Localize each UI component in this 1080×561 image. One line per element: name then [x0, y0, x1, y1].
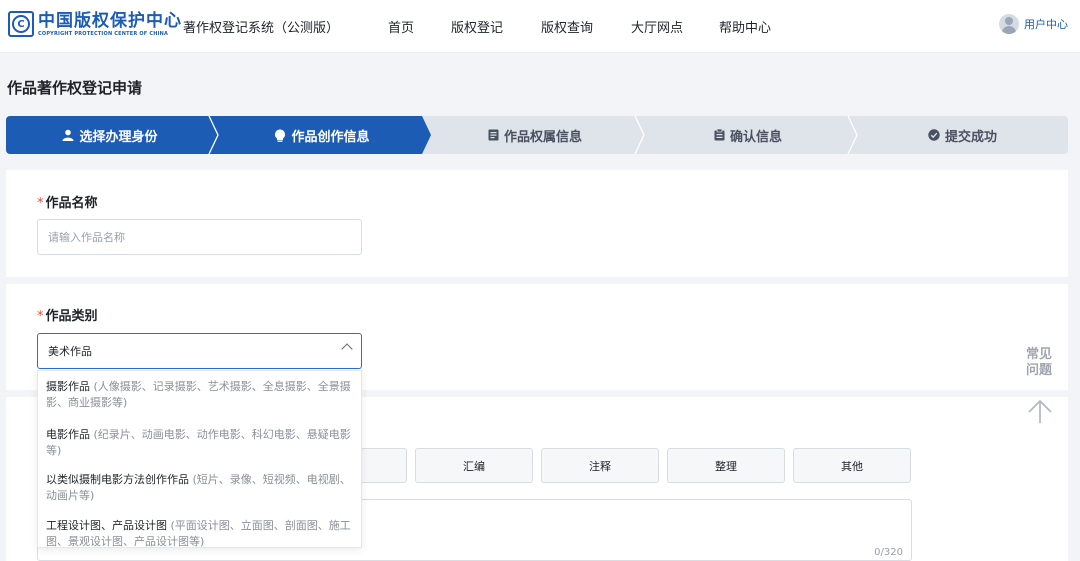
- step-submit-success[interactable]: 提交成功: [857, 116, 1068, 154]
- system-name: 著作权登记系统（公测版）: [183, 21, 340, 36]
- nav-home[interactable]: 首页: [388, 17, 451, 36]
- logo-english-name: COPYRIGHT PROTECTION CENTER OF CHINA: [38, 30, 169, 37]
- user-center-label: 用户中心: [1024, 18, 1068, 31]
- main-nav: 首页 版权登记 版权查询 大厅网点 帮助中心: [388, 17, 779, 36]
- option-name: 工程设计图、产品设计图: [46, 519, 167, 532]
- step-confirm-info[interactable]: 确认信息: [644, 116, 852, 154]
- step-label: 作品权属信息: [503, 129, 582, 145]
- dropdown-option[interactable]: 以类似摄制电影方法创作作品 (短片、录像、短视频、电视剧、动画片等): [46, 472, 354, 504]
- nav-help-center[interactable]: 帮助中心: [719, 17, 779, 36]
- creation-type-other-button[interactable]: 其他: [793, 448, 911, 483]
- logo-chinese-name: 中国版权保护中心: [38, 10, 182, 31]
- user-icon: [62, 129, 74, 141]
- option-desc: (纪录片、动画电影、动作电影、科幻电影、悬疑电影等): [46, 428, 351, 457]
- work-category-selected-value: 美术作品: [48, 345, 92, 358]
- work-category-label: * 作品类别: [37, 305, 98, 324]
- bulb-icon: [275, 129, 286, 142]
- option-desc: (人像摄影、记录摄影、艺术摄影、全息摄影、全景摄影、商业摄影等): [46, 380, 351, 409]
- required-mark: *: [37, 309, 44, 324]
- work-name-label-text: 作品名称: [45, 196, 98, 211]
- work-category-dropdown: 摄影作品 (人像摄影、记录摄影、艺术摄影、全息摄影、全景摄影、商业摄影等) 电影…: [37, 370, 362, 548]
- dropdown-option[interactable]: 摄影作品 (人像摄影、记录摄影、艺术摄影、全息摄影、全景摄影、商业摄影等): [46, 379, 354, 411]
- nav-copyright-registration[interactable]: 版权登记: [451, 17, 541, 36]
- step-label: 确认信息: [729, 129, 782, 145]
- character-counter: 0/320: [874, 547, 903, 558]
- faq-button[interactable]: 常见问题: [1021, 347, 1057, 379]
- step-label: 作品创作信息: [291, 129, 370, 145]
- logo-mark-letter: C: [12, 15, 30, 33]
- work-name-label: * 作品名称: [37, 192, 98, 211]
- work-category-select[interactable]: 美术作品: [37, 333, 362, 369]
- option-name: 以类似摄制电影方法创作作品: [46, 473, 189, 486]
- nav-copyright-query[interactable]: 版权查询: [541, 17, 631, 36]
- progress-stepper: 选择办理身份 作品创作信息 作品权属信息 确认信息 提交成功: [6, 116, 1068, 154]
- top-header: C 中国版权保护中心 COPYRIGHT PROTECTION CENTER O…: [0, 0, 1080, 53]
- option-name: 电影作品: [46, 428, 90, 441]
- dropdown-option[interactable]: 工程设计图、产品设计图 (平面设计图、立面图、剖面图、施工图、景观设计图、产品设…: [46, 518, 354, 547]
- creation-type-compilation-button[interactable]: 汇编: [415, 448, 533, 483]
- back-to-top-icon[interactable]: [1027, 398, 1053, 424]
- required-mark: *: [37, 196, 44, 211]
- nav-service-halls[interactable]: 大厅网点: [631, 17, 719, 36]
- user-center-link[interactable]: 用户中心: [999, 14, 1068, 34]
- step-ownership-info[interactable]: 作品权属信息: [431, 116, 639, 154]
- page-title: 作品著作权登记申请: [7, 79, 143, 97]
- document-icon: [488, 129, 499, 141]
- work-category-label-text: 作品类别: [45, 309, 98, 324]
- dropdown-option[interactable]: 电影作品 (纪录片、动画电影、动作电影、科幻电影、悬疑电影等): [46, 427, 354, 459]
- option-name: 摄影作品: [46, 380, 90, 393]
- check-circle-icon: [928, 129, 940, 141]
- step-label: 提交成功: [944, 129, 997, 145]
- site-logo[interactable]: C 中国版权保护中心 COPYRIGHT PROTECTION CENTER O…: [8, 10, 182, 38]
- creation-type-annotation-button[interactable]: 注释: [541, 448, 659, 483]
- chevron-up-icon: [341, 343, 353, 355]
- step-creation-info[interactable]: 作品创作信息: [218, 116, 426, 154]
- step-label: 选择办理身份: [79, 129, 158, 145]
- copyright-logo-icon: C: [8, 11, 34, 37]
- step-select-identity[interactable]: 选择办理身份: [6, 116, 214, 154]
- creation-type-arrangement-button[interactable]: 整理: [667, 448, 785, 483]
- clipboard-icon: [714, 129, 725, 141]
- avatar-icon: [999, 14, 1019, 34]
- work-name-input[interactable]: 请输入作品名称: [37, 219, 362, 255]
